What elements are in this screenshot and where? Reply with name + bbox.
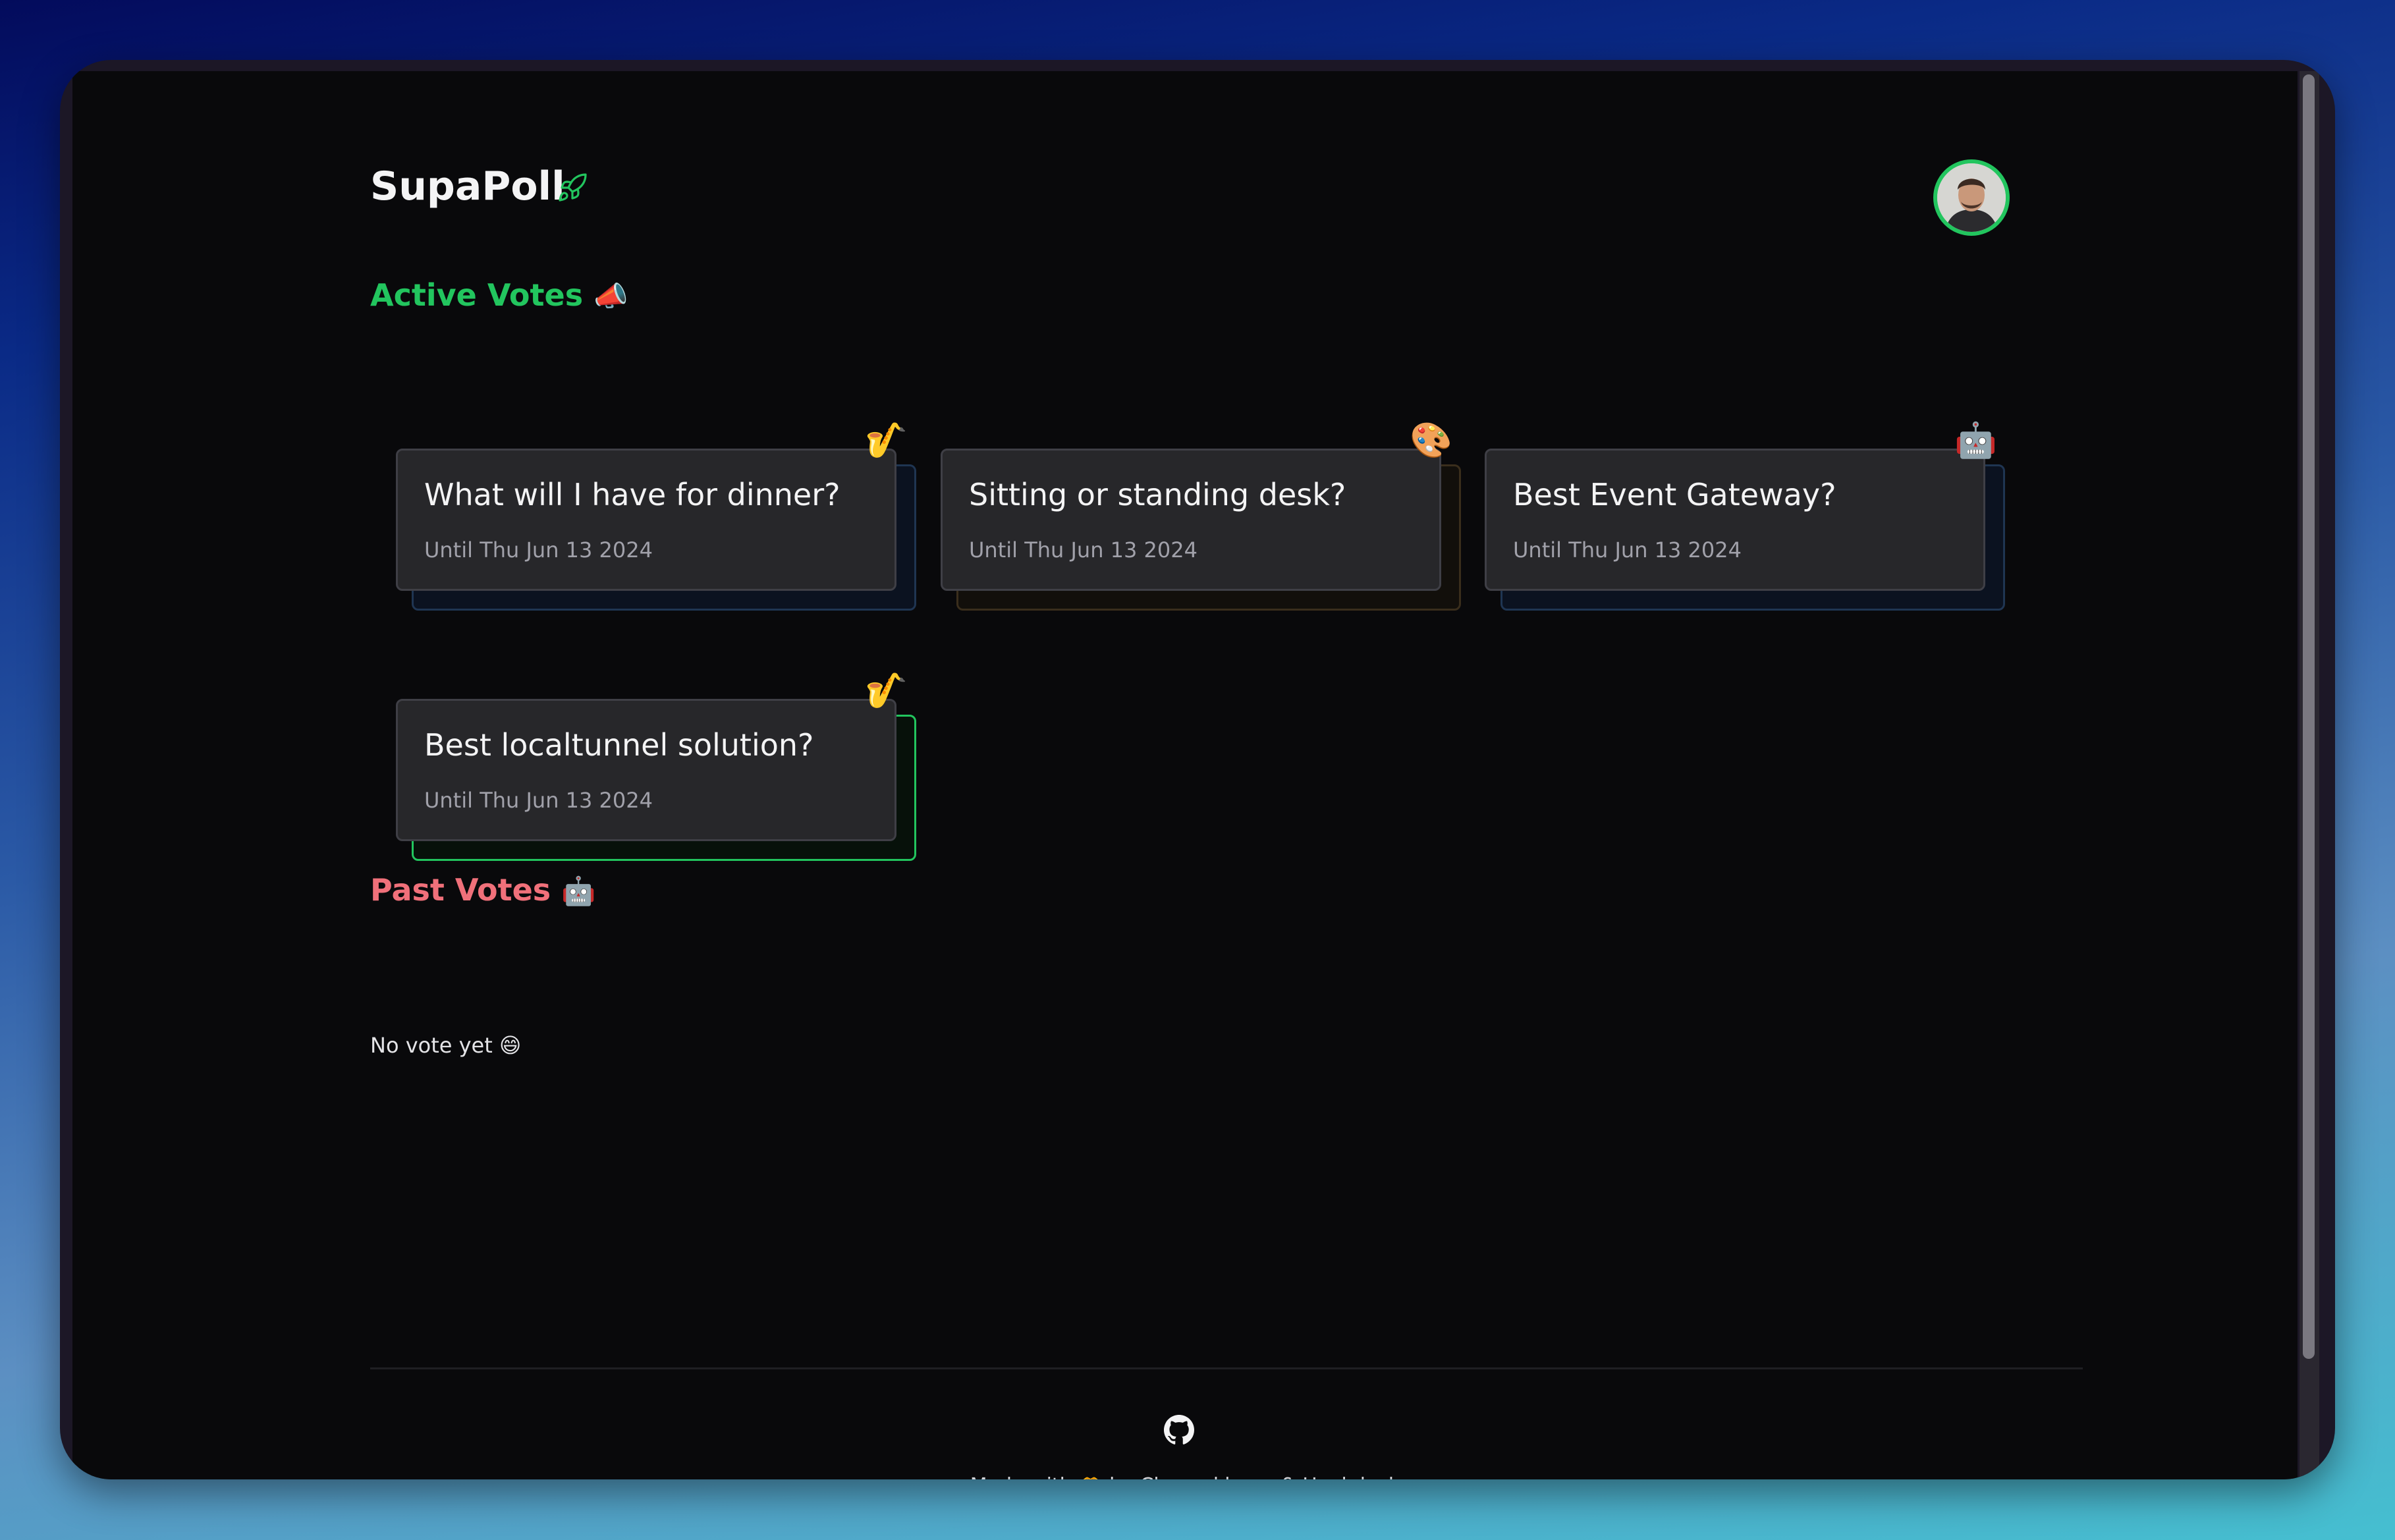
robot-icon: 🤖 (1954, 421, 1997, 460)
vote-card-date: Until Thu Jun 13 2024 (424, 788, 653, 813)
vote-card-title: Best localtunnel solution? (424, 727, 814, 763)
avatar-photo (1937, 163, 2006, 232)
megaphone-icon: 📣 (593, 280, 628, 312)
vote-card-title: Best Event Gateway? (1513, 477, 1836, 512)
robot-icon: 🤖 (561, 875, 596, 907)
footer-made-with: Made with (970, 1474, 1072, 1479)
vote-card-date: Until Thu Jun 13 2024 (424, 537, 653, 563)
footer-credit: Made with 🫶 by Chensokheng & Hookdeck (72, 1474, 2298, 1479)
scrollbar[interactable] (2299, 71, 2319, 1479)
empty-state-text: No vote yet (370, 1033, 493, 1058)
active-votes-heading: Active Votes 📣 (370, 277, 628, 313)
browser-window: SupaPoll Active Votes 📣 What will I have (60, 60, 2335, 1479)
heart-hands-icon: 🫶 (1078, 1474, 1103, 1479)
vote-card-dinner[interactable]: What will I have for dinner? Until Thu J… (396, 449, 896, 591)
vote-card-gateway[interactable]: Best Event Gateway? Until Thu Jun 13 202… (1485, 449, 1985, 591)
footer-divider (370, 1367, 2083, 1369)
user-avatar[interactable] (1933, 159, 2010, 236)
past-votes-heading: Past Votes 🤖 (370, 872, 595, 908)
palette-icon: 🎨 (1410, 421, 1452, 460)
grinning-face-icon: 😄 (499, 1033, 522, 1058)
vote-card-desk[interactable]: Sitting or standing desk? Until Thu Jun … (941, 449, 1441, 591)
empty-state: No vote yet 😄 (370, 1033, 521, 1058)
vote-card-date: Until Thu Jun 13 2024 (969, 537, 1198, 563)
footer-by-text[interactable]: by Chensokheng & Hookdeck (1109, 1474, 1400, 1479)
github-icon[interactable] (1164, 1415, 1194, 1445)
saxophone-icon: 🎷 (865, 671, 908, 711)
saxophone-icon: 🎷 (865, 421, 908, 460)
page-viewport: SupaPoll Active Votes 📣 What will I have (72, 71, 2298, 1479)
app-logo[interactable]: SupaPoll (370, 163, 565, 209)
vote-card-date: Until Thu Jun 13 2024 (1513, 537, 1742, 563)
active-votes-label: Active Votes (370, 277, 584, 313)
rocket-icon (559, 173, 587, 202)
scrollbar-thumb[interactable] (2303, 74, 2315, 1359)
vote-card-title: Sitting or standing desk? (969, 477, 1346, 512)
vote-card-title: What will I have for dinner? (424, 477, 840, 512)
past-votes-label: Past Votes (370, 872, 551, 908)
vote-card-localtunnel[interactable]: Best localtunnel solution? Until Thu Jun… (396, 699, 896, 841)
